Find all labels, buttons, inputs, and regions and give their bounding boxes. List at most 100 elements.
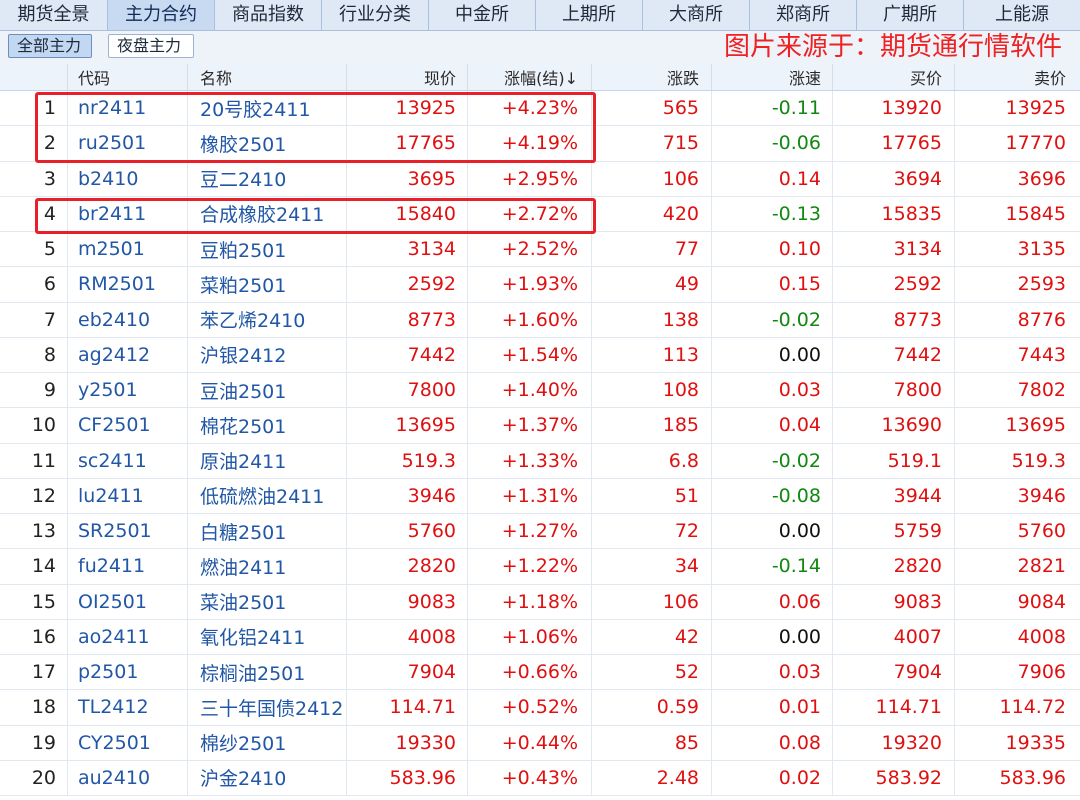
tab-shfe[interactable]: 上期所 xyxy=(536,0,643,30)
tab-ine[interactable]: 上能源 xyxy=(964,0,1080,30)
contract-name[interactable]: 原油2411 xyxy=(188,443,347,478)
table-row[interactable]: 7 eb2410 苯乙烯2410 8773 +1.60% 138 -0.02 8773 8776 xyxy=(0,302,1080,338)
change-percent: +1.60% xyxy=(468,302,592,337)
contract-name[interactable]: 氧化铝2411 xyxy=(188,619,347,654)
all-main-button[interactable]: 全部主力 xyxy=(8,34,92,58)
col-speed[interactable]: 涨速 xyxy=(712,64,833,90)
tab-gfex[interactable]: 广期所 xyxy=(857,0,964,30)
contract-code[interactable]: TL2412 xyxy=(68,690,188,725)
contract-name[interactable]: 橡胶2501 xyxy=(188,126,347,161)
table-row[interactable]: 8 ag2412 沪银2412 7442 +1.54% 113 0.00 7442 7443 xyxy=(0,337,1080,373)
night-main-button[interactable]: 夜盘主力 xyxy=(108,34,194,58)
table-row[interactable]: 2 ru2501 橡胶2501 17765 +4.19% 715 -0.06 17765 177… xyxy=(0,126,1080,162)
contract-name[interactable]: 棉纱2501 xyxy=(188,725,347,760)
contract-name[interactable]: 低硫燃油2411 xyxy=(188,478,347,513)
contract-code[interactable]: sc2411 xyxy=(68,443,188,478)
table-row[interactable]: 6 RM2501 菜粕2501 2592 +1.93% 49 0.15 2592 2593 xyxy=(0,267,1080,303)
last-price: 17765 xyxy=(347,126,468,161)
contract-code[interactable]: SR2501 xyxy=(68,514,188,549)
contract-code[interactable]: CY2501 xyxy=(68,725,188,760)
table-row[interactable]: 20 au2410 沪金2410 583.96 +0.43% 2.48 0.02 583.92… xyxy=(0,760,1080,796)
contract-code[interactable]: lu2411 xyxy=(68,478,188,513)
col-change-pct[interactable]: 涨幅(结)↓ xyxy=(468,64,592,90)
table-row[interactable]: 16 ao2411 氧化铝2411 4008 +1.06% 42 0.00 4007 4008 xyxy=(0,619,1080,655)
contract-name[interactable]: 燃油2411 xyxy=(188,549,347,584)
contract-name[interactable]: 豆油2501 xyxy=(188,373,347,408)
change-percent: +4.19% xyxy=(468,126,592,161)
change-speed: 0.02 xyxy=(712,760,833,795)
change-speed: 0.03 xyxy=(712,373,833,408)
table-row[interactable]: 5 m2501 豆粕2501 3134 +2.52% 77 0.10 3134 3135 xyxy=(0,232,1080,268)
change-value: 565 xyxy=(592,91,712,126)
contract-code[interactable]: p2501 xyxy=(68,655,188,690)
change-speed: 0.03 xyxy=(712,655,833,690)
col-name[interactable]: 名称 xyxy=(188,64,347,90)
contract-name[interactable]: 菜油2501 xyxy=(188,584,347,619)
table-row[interactable]: 12 lu2411 低硫燃油2411 3946 +1.31% 51 -0.08 3944 394… xyxy=(0,478,1080,514)
tab-dce[interactable]: 大商所 xyxy=(643,0,750,30)
tab-main-contracts[interactable]: 主力合约 xyxy=(108,0,215,30)
contract-name[interactable]: 20号胶2411 xyxy=(188,91,347,126)
contract-code[interactable]: m2501 xyxy=(68,232,188,267)
contract-name[interactable]: 沪金2410 xyxy=(188,760,347,795)
contract-name[interactable]: 三十年国债2412 xyxy=(188,690,347,725)
change-speed: -0.08 xyxy=(712,478,833,513)
contract-name[interactable]: 棉花2501 xyxy=(188,408,347,443)
contract-code[interactable]: eb2410 xyxy=(68,302,188,337)
contract-code[interactable]: RM2501 xyxy=(68,267,188,302)
contract-code[interactable]: nr2411 xyxy=(68,91,188,126)
col-code[interactable]: 代码 xyxy=(68,64,188,90)
table-row[interactable]: 4 br2411 合成橡胶2411 15840 +2.72% 420 -0.13 15835 1… xyxy=(0,196,1080,232)
table-row[interactable]: 9 y2501 豆油2501 7800 +1.40% 108 0.03 7800 7802 xyxy=(0,373,1080,409)
ask-price: 3946 xyxy=(1017,484,1066,507)
contract-code[interactable]: fu2411 xyxy=(68,549,188,584)
contract-code[interactable]: OI2501 xyxy=(68,584,188,619)
row-index: 4 xyxy=(0,196,68,231)
contract-code[interactable]: ao2411 xyxy=(68,619,188,654)
contract-code[interactable]: b2410 xyxy=(68,161,188,196)
contract-name[interactable]: 豆粕2501 xyxy=(188,232,347,267)
table-row[interactable]: 3 b2410 豆二2410 3695 +2.95% 106 0.14 3694 3696 xyxy=(0,161,1080,197)
change-percent: +1.54% xyxy=(468,337,592,372)
contract-code[interactable]: ag2412 xyxy=(68,337,188,372)
contract-code[interactable]: au2410 xyxy=(68,760,188,795)
tab-industry[interactable]: 行业分类 xyxy=(322,0,429,30)
col-ask[interactable]: 卖价 xyxy=(955,64,1080,90)
col-last-price[interactable]: 现价 xyxy=(347,64,468,90)
contract-name[interactable]: 棕榈油2501 xyxy=(188,655,347,690)
bid-price: 17765 xyxy=(833,126,955,161)
change-value: 51 xyxy=(592,478,712,513)
col-index[interactable] xyxy=(0,64,68,90)
table-row[interactable]: 10 CF2501 棉花2501 13695 +1.37% 185 0.04 13690 136… xyxy=(0,408,1080,444)
contract-name[interactable]: 合成橡胶2411 xyxy=(188,196,347,231)
table-row[interactable]: 11 sc2411 原油2411 519.3 +1.33% 6.8 -0.02 519.1 51… xyxy=(0,443,1080,479)
contract-name[interactable]: 菜粕2501 xyxy=(188,267,347,302)
table-row[interactable]: 1 nr2411 20号胶2411 13925 +4.23% 565 -0.11 13920 1… xyxy=(0,91,1080,127)
contract-code[interactable]: CF2501 xyxy=(68,408,188,443)
last-price: 7442 xyxy=(347,337,468,372)
contract-code[interactable]: ru2501 xyxy=(68,126,188,161)
table-row[interactable]: 14 fu2411 燃油2411 2820 +1.22% 34 -0.14 2820 2821 xyxy=(0,549,1080,585)
table-row[interactable]: 19 CY2501 棉纱2501 19330 +0.44% 85 0.08 19320 1933… xyxy=(0,725,1080,761)
contract-code[interactable]: y2501 xyxy=(68,373,188,408)
tab-commodity-index[interactable]: 商品指数 xyxy=(215,0,322,30)
table-row[interactable]: 15 OI2501 菜油2501 9083 +1.18% 106 0.06 9083 9084 xyxy=(0,584,1080,620)
contract-name[interactable]: 白糖2501 xyxy=(188,514,347,549)
contract-name[interactable]: 豆二2410 xyxy=(188,161,347,196)
contract-code[interactable]: br2411 xyxy=(68,196,188,231)
table-row[interactable]: 13 SR2501 白糖2501 5760 +1.27% 72 0.00 5759 5760 xyxy=(0,514,1080,550)
change-percent: +1.06% xyxy=(468,619,592,654)
ask-price: 3696 xyxy=(1017,167,1066,190)
last-price: 3134 xyxy=(347,232,468,267)
tab-futures-overview[interactable]: 期货全景 xyxy=(0,0,108,30)
table-row[interactable]: 18 TL2412 三十年国债2412 114.71 +0.52% 0.59 0.01 114… xyxy=(0,690,1080,726)
tab-czce[interactable]: 郑商所 xyxy=(750,0,857,30)
table-header: 代码 名称 现价 涨幅(结)↓ 涨跌 涨速 买价 卖价 xyxy=(0,64,1080,91)
bid-price: 7442 xyxy=(833,337,955,372)
table-row[interactable]: 17 p2501 棕榈油2501 7904 +0.66% 52 0.03 7904 7906 xyxy=(0,655,1080,691)
tab-cffex[interactable]: 中金所 xyxy=(429,0,536,30)
contract-name[interactable]: 苯乙烯2410 xyxy=(188,302,347,337)
contract-name[interactable]: 沪银2412 xyxy=(188,337,347,372)
col-change[interactable]: 涨跌 xyxy=(592,64,712,90)
col-bid[interactable]: 买价 xyxy=(833,64,955,90)
